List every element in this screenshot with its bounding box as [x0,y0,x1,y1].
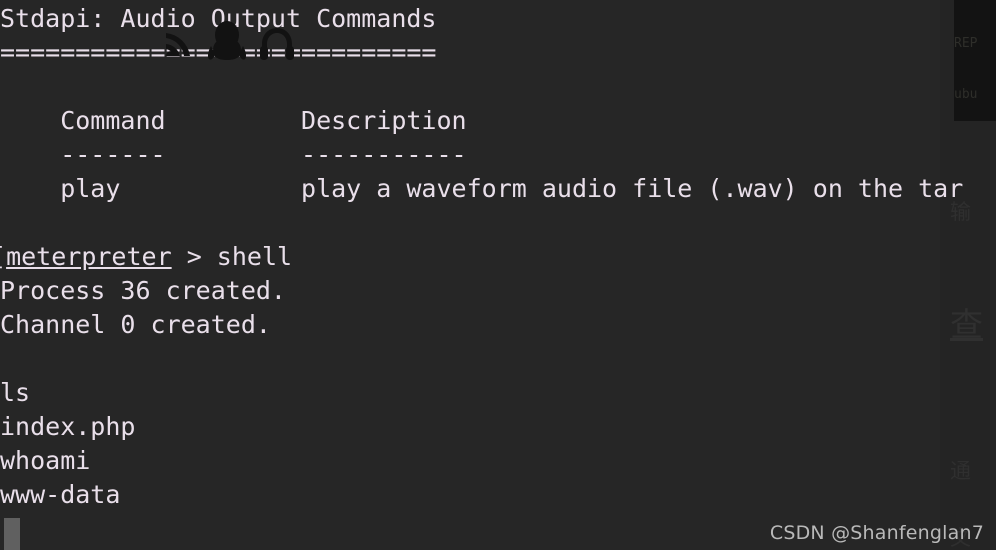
terminal-cursor [4,518,20,550]
line-blank [0,206,996,240]
line-column-rules: ------- ----------- [0,140,467,169]
line-channel-created: Channel 0 created. [0,310,271,339]
line-output-indexphp: index.php [0,412,136,441]
watermark-text: CSDN @Shanfenglan7 [769,522,984,544]
terminal-output: Stdapi: Audio Output Commands ==========… [0,0,996,550]
qq-penguin-icon [207,21,247,60]
prompt-session-label: meterpreter [6,242,172,271]
wifi-signal-icon [166,33,190,56]
line-command-whoami: whoami [0,446,91,475]
headphones-icon [260,28,294,60]
line-process-created: Process 36 created. [0,276,286,305]
line-column-headers: Command Description [0,106,467,135]
line-blank [0,342,996,376]
line-blank [0,70,996,104]
line-title-rule: ============================= [0,36,996,70]
line-output-wwwdata: www-data [0,480,121,509]
prompt-command: > shell [171,242,293,271]
line-command-play: play play a waveform audio file (.wav) o… [0,174,964,203]
line-prompt: [meterpreter > shell [0,240,987,274]
line-command-ls: ls [0,378,31,407]
line-title: Stdapi: Audio Output Commands [0,4,437,33]
terminal-window[interactable]: REP ubu php [ro Una lat 686 输 查 通 文 Stda… [0,0,996,550]
